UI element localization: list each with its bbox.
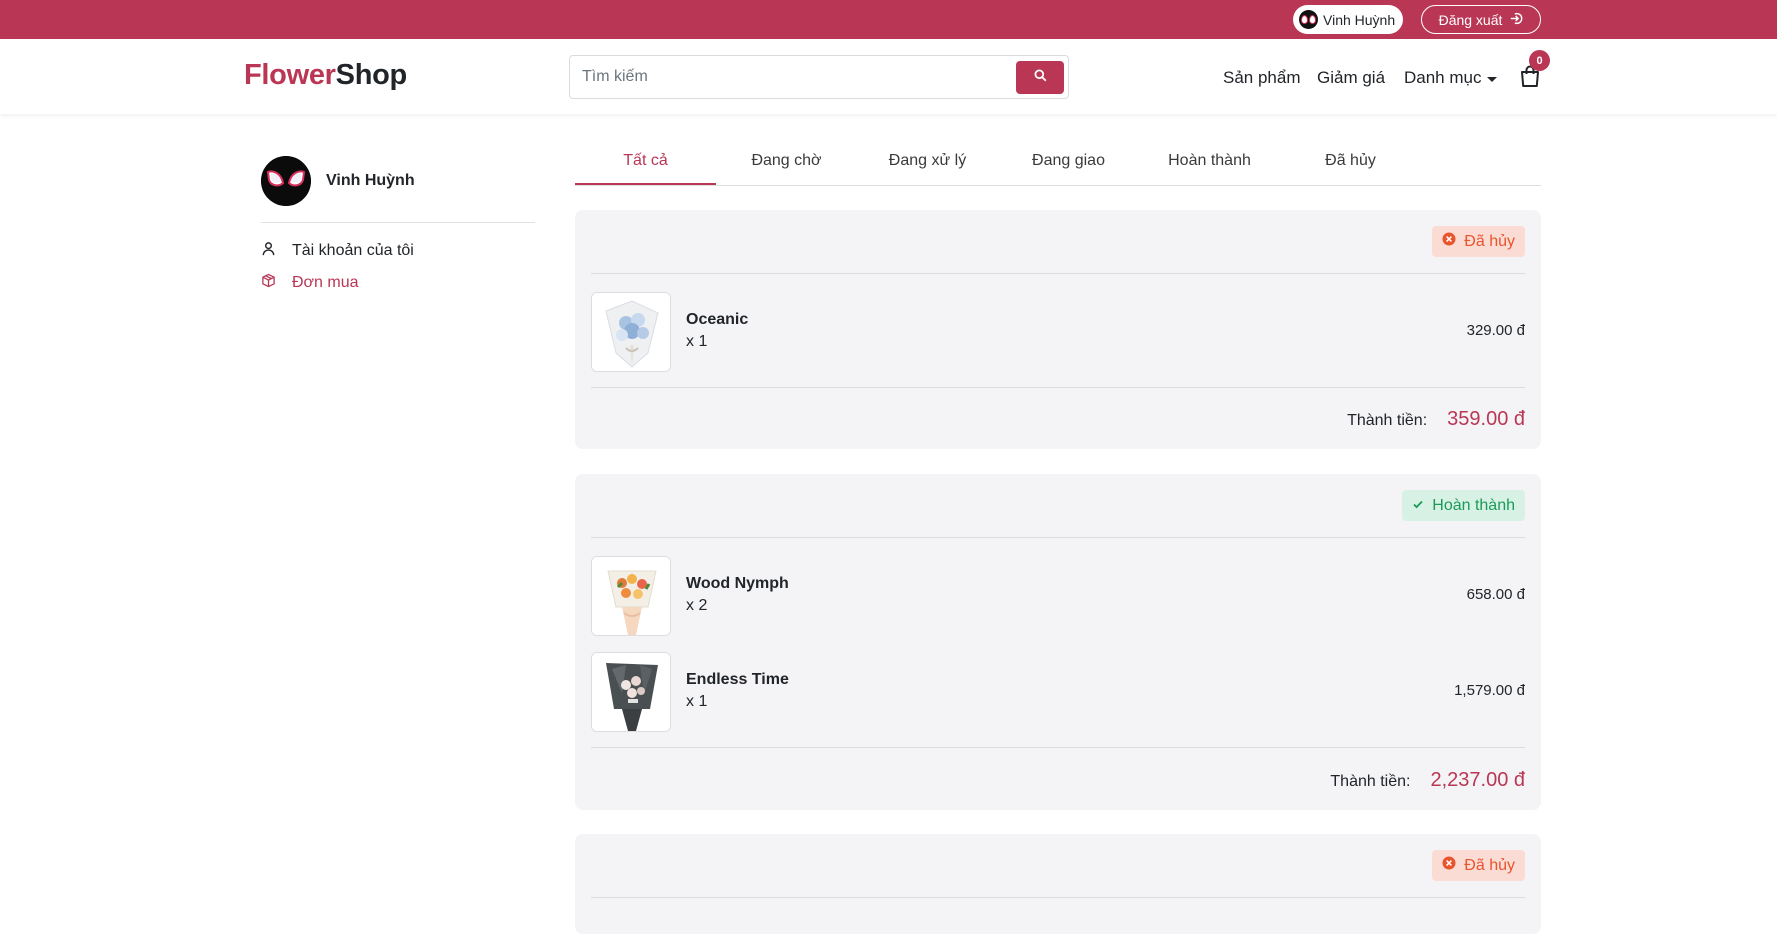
- tab-pending[interactable]: Đang chờ: [716, 152, 857, 170]
- logo-flower: Flower: [244, 59, 336, 91]
- check-icon: [1412, 497, 1424, 515]
- logo[interactable]: FlowerShop: [244, 59, 407, 92]
- order-card: Hoàn thành Wood Nymph x 2 658.00 đ Endle…: [575, 474, 1541, 810]
- user-icon: [261, 241, 276, 261]
- product-price: 658.00 đ: [1466, 586, 1525, 603]
- product-price: 1,579.00 đ: [1454, 682, 1525, 699]
- product-thumbnail: [591, 292, 671, 372]
- sidebar-item-account[interactable]: Tài khoản của tôi: [261, 241, 414, 261]
- avatar: [1299, 10, 1318, 29]
- caret-down-icon: [1487, 76, 1498, 82]
- order-item[interactable]: Endless Time x 1 1,579.00 đ: [591, 652, 1525, 732]
- product-name: Endless Time: [686, 671, 789, 688]
- status-label: Đã hủy: [1464, 232, 1515, 250]
- logo-shop: Shop: [335, 59, 408, 91]
- status-badge: Hoàn thành: [1402, 490, 1525, 521]
- status-label: Đã hủy: [1464, 856, 1515, 874]
- total-value: 359.00 đ: [1447, 408, 1525, 430]
- active-tab-indicator: [575, 183, 716, 185]
- total-label: Thành tiền:: [1330, 773, 1411, 790]
- logout-button[interactable]: Đăng xuất: [1421, 5, 1541, 34]
- cancel-circle-icon: [1442, 856, 1456, 875]
- sidebar-item-orders[interactable]: Đơn mua: [261, 273, 359, 293]
- order-total: Thành tiền: 2,237.00 đ: [1330, 769, 1525, 792]
- total-value: 2,237.00 đ: [1430, 769, 1525, 791]
- top-bar: Vinh Huỳnh Đăng xuất: [0, 0, 1777, 39]
- status-label: Hoàn thành: [1432, 496, 1515, 514]
- card-divider: [591, 387, 1525, 388]
- nav-products[interactable]: Sản phẩm: [1223, 68, 1301, 88]
- search-button[interactable]: [1016, 61, 1064, 94]
- status-badge: Đã hủy: [1432, 226, 1525, 257]
- product-name: Oceanic: [686, 311, 749, 328]
- product-name: Wood Nymph: [686, 575, 789, 592]
- nav-sale[interactable]: Giảm giá: [1317, 68, 1385, 88]
- sidebar-item-label: Đơn mua: [292, 274, 359, 291]
- total-label: Thành tiền:: [1347, 412, 1428, 429]
- order-item[interactable]: Oceanic x 1 329.00 đ: [591, 292, 1525, 372]
- product-quantity: x 1: [686, 693, 708, 710]
- search-bar: [569, 55, 1069, 99]
- order-status-tabs: Tất cả Đang chờ Đang xử lý Đang giao Hoà…: [575, 148, 1541, 186]
- tab-shipping[interactable]: Đang giao: [998, 152, 1139, 170]
- cart-count-badge: 0: [1529, 50, 1550, 71]
- tab-processing[interactable]: Đang xử lý: [857, 152, 998, 170]
- card-divider: [591, 537, 1525, 538]
- product-quantity: x 2: [686, 597, 708, 614]
- product-thumbnail: [591, 652, 671, 732]
- order-card: Đã hủy: [575, 834, 1541, 934]
- sidebar-divider: [261, 222, 535, 223]
- tab-cancelled[interactable]: Đã hủy: [1280, 152, 1421, 170]
- order-total: Thành tiền: 359.00 đ: [1347, 408, 1525, 431]
- order-item[interactable]: Wood Nymph x 2 658.00 đ: [591, 556, 1525, 636]
- logout-icon: [1510, 12, 1523, 28]
- user-menu-button[interactable]: Vinh Huỳnh: [1293, 5, 1404, 34]
- logout-label: Đăng xuất: [1438, 11, 1503, 28]
- box-icon: [261, 273, 276, 293]
- card-divider: [591, 273, 1525, 274]
- product-quantity: x 1: [686, 333, 708, 350]
- profile-name: Vinh Huỳnh: [326, 172, 415, 189]
- search-input[interactable]: [582, 66, 1002, 88]
- order-card: Đã hủy Oceanic x 1 329.00 đ Thành tiền: …: [575, 210, 1541, 449]
- card-divider: [591, 897, 1525, 898]
- sidebar-item-label: Tài khoản của tôi: [292, 242, 414, 259]
- product-thumbnail: [591, 556, 671, 636]
- tab-all[interactable]: Tất cả: [575, 152, 716, 170]
- status-badge: Đã hủy: [1432, 850, 1525, 881]
- nav-category-label: Danh mục: [1404, 68, 1482, 87]
- header: FlowerShop Sản phẩm Giảm giá Danh mục 0: [0, 39, 1777, 114]
- search-icon: [1033, 68, 1047, 87]
- profile-avatar: [261, 156, 311, 206]
- user-name: Vinh Huỳnh: [1323, 11, 1396, 28]
- product-price: 329.00 đ: [1466, 322, 1525, 339]
- nav-category-dropdown[interactable]: Danh mục: [1404, 68, 1498, 88]
- card-divider: [591, 747, 1525, 748]
- tab-completed[interactable]: Hoàn thành: [1139, 152, 1280, 170]
- cancel-circle-icon: [1442, 232, 1456, 251]
